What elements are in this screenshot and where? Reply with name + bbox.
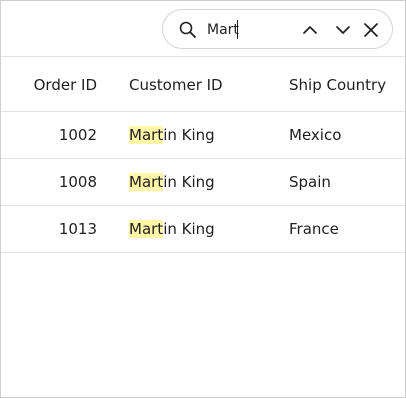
column-header-order-id[interactable]: Order ID <box>1 58 97 111</box>
customer-id-rest: in King <box>163 126 215 144</box>
find-next-button[interactable] <box>331 18 355 42</box>
text-caret <box>237 20 238 39</box>
search-input[interactable] <box>207 19 287 41</box>
search-box[interactable] <box>162 9 393 49</box>
find-previous-button[interactable] <box>298 18 322 42</box>
data-grid-window: Order ID Customer ID Ship Country 1002 M… <box>0 0 406 398</box>
order-id-cell: 1002 <box>58 126 97 144</box>
ship-country-cell: Spain <box>289 173 331 191</box>
column-header-customer-id[interactable]: Customer ID <box>129 58 279 111</box>
header-row: Order ID Customer ID Ship Country <box>1 58 405 112</box>
ship-country-cell: France <box>289 220 339 238</box>
customer-id-rest: in King <box>163 220 215 238</box>
customer-id-rest: in King <box>163 173 215 191</box>
search-match-highlight: Mart <box>129 126 164 144</box>
order-id-cell: 1008 <box>58 173 97 191</box>
customer-id-cell: Mart in King <box>129 206 279 252</box>
column-header-label: Order ID <box>33 75 97 94</box>
column-header-label: Ship Country <box>289 75 387 94</box>
column-header-ship-country[interactable]: Ship Country <box>289 58 399 111</box>
customer-id-cell: Mart in King <box>129 112 279 158</box>
clear-search-button[interactable] <box>359 18 383 42</box>
table-row[interactable]: 1008 Mart in King Spain <box>1 159 405 206</box>
table-row[interactable]: 1013 Mart in King France <box>1 206 405 253</box>
search-match-highlight: Mart <box>129 220 164 238</box>
grid-toolbar <box>1 1 405 57</box>
search-icon <box>178 20 198 40</box>
chevron-down-icon <box>336 26 350 34</box>
customer-id-cell: Mart in King <box>129 159 279 205</box>
column-header-label: Customer ID <box>129 75 223 94</box>
search-match-highlight: Mart <box>129 173 164 191</box>
close-icon <box>364 23 378 37</box>
chevron-up-icon <box>303 26 317 34</box>
data-grid: Order ID Customer ID Ship Country 1002 M… <box>1 58 405 253</box>
ship-country-cell: Mexico <box>289 126 342 144</box>
order-id-cell: 1013 <box>58 220 97 238</box>
table-row[interactable]: 1002 Mart in King Mexico <box>1 112 405 159</box>
